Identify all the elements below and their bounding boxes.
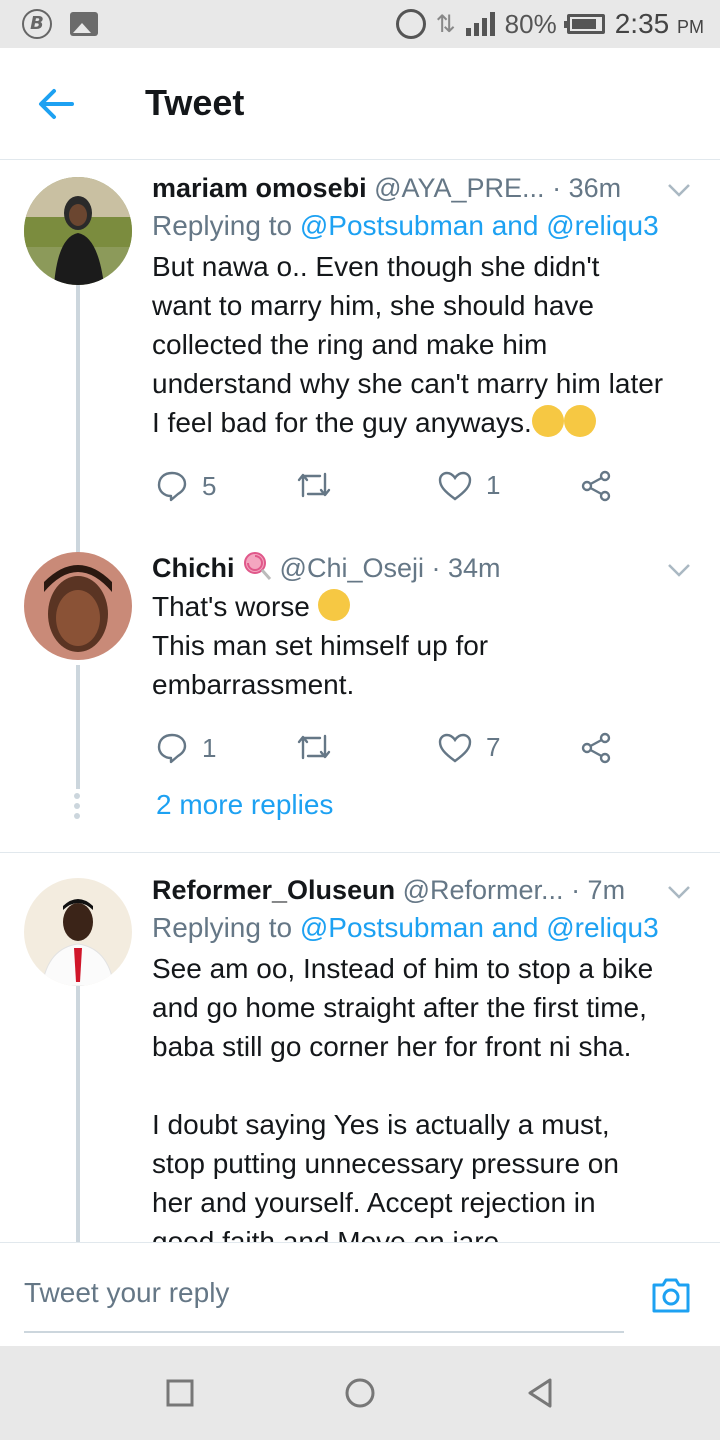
clock: 2:35 PM xyxy=(615,8,704,40)
avatar[interactable] xyxy=(24,878,132,986)
status-bar: B ⇅ 80% 2:35 PM xyxy=(0,0,720,48)
camera-icon[interactable] xyxy=(650,1275,692,1315)
user-handle[interactable]: @Reformer... xyxy=(403,875,564,905)
signal-icon xyxy=(465,12,495,36)
avatar[interactable] xyxy=(24,177,132,285)
status-bar-right: ⇅ 80% 2:35 PM xyxy=(395,0,704,48)
chevron-down-icon[interactable] xyxy=(666,177,692,203)
tweet-text: See am oo, Instead of him to stop a bike… xyxy=(152,953,654,1242)
data-transfer-icon: ⇅ xyxy=(435,10,456,38)
tweet-header: mariam omosebi @AYA_PRE... · 36m xyxy=(152,171,702,205)
retweet-icon xyxy=(297,734,331,760)
retweet-icon xyxy=(297,472,331,498)
divider xyxy=(0,852,720,853)
display-name[interactable]: Reformer_Oluseun xyxy=(152,875,395,905)
clock-ampm: PM xyxy=(677,17,704,37)
tweet-card[interactable]: mariam omosebi @AYA_PRE... · 36m Replyin… xyxy=(0,161,720,541)
battery-icon xyxy=(563,14,605,34)
home-icon[interactable] xyxy=(343,1376,377,1410)
heart-icon xyxy=(438,471,472,500)
replying-to-mentions[interactable]: @Postsubman and @reliqu3 xyxy=(300,912,659,943)
share-icon xyxy=(581,470,611,502)
back-nav-icon[interactable] xyxy=(523,1376,557,1410)
tweet-card[interactable]: Chichi @Chi_Oseji · 34m That's worse Thi… xyxy=(0,541,720,801)
more-replies-link[interactable]: 2 more replies xyxy=(156,789,333,821)
tweet-text-line1: That's worse xyxy=(152,591,310,622)
pensive-face-emoji xyxy=(563,405,596,437)
reply-count: 5 xyxy=(202,470,217,501)
tweet-body: Chichi @Chi_Oseji · 34m That's worse Thi… xyxy=(152,551,702,772)
avatar[interactable] xyxy=(24,552,132,660)
like-button[interactable]: 1 xyxy=(438,470,500,501)
heart-icon xyxy=(438,733,472,762)
tweet-header: Chichi @Chi_Oseji · 34m xyxy=(152,551,702,585)
battery-percent: 80% xyxy=(504,8,557,39)
tweet-header: Reformer_Oluseun @Reformer... · 7m xyxy=(152,873,702,907)
tweet-timestamp: · 34m xyxy=(431,553,501,583)
like-button[interactable]: 7 xyxy=(438,732,500,763)
tweet-actions: 5 1 xyxy=(152,470,702,510)
chevron-down-icon[interactable] xyxy=(666,879,692,905)
b-app-icon: B xyxy=(22,9,52,39)
reply-button[interactable]: 5 xyxy=(156,470,216,502)
data-saver-icon xyxy=(395,9,426,39)
display-name[interactable]: mariam omosebi xyxy=(152,173,367,203)
like-count: 7 xyxy=(486,732,501,762)
reply-composer xyxy=(0,1242,720,1346)
tears-of-joy-emoji xyxy=(317,589,350,621)
reply-feed[interactable]: mariam omosebi @AYA_PRE... · 36m Replyin… xyxy=(0,161,720,1242)
reply-icon xyxy=(157,471,187,502)
back-arrow-icon[interactable] xyxy=(36,86,76,122)
tweet-body: mariam omosebi @AYA_PRE... · 36m Replyin… xyxy=(152,171,702,510)
tweet-body: Reformer_Oluseun @Reformer... · 7m Reply… xyxy=(152,873,702,1242)
reply-icon xyxy=(157,733,187,764)
recents-icon[interactable] xyxy=(163,1376,197,1410)
retweet-button[interactable] xyxy=(296,470,332,500)
clock-time: 2:35 xyxy=(614,8,670,39)
top-app-bar: Tweet xyxy=(0,48,720,160)
tweet-timestamp: · 36m xyxy=(552,173,622,203)
page-title: Tweet xyxy=(145,82,245,123)
tweet-text-rest: This man set himself up for embarrassmen… xyxy=(152,630,489,700)
user-handle[interactable]: @AYA_PRE... xyxy=(374,173,544,203)
pensive-face-emoji xyxy=(531,405,564,437)
share-icon xyxy=(581,732,611,764)
tweet-card[interactable]: Reformer_Oluseun @Reformer... · 7m Reply… xyxy=(0,863,720,1242)
reply-count: 1 xyxy=(202,732,217,763)
tweet-text: But nawa o.. Even though she didn't want… xyxy=(152,247,702,442)
replying-to-mentions[interactable]: @Postsubman and @reliqu3 xyxy=(300,210,659,241)
share-button[interactable] xyxy=(580,732,612,764)
like-count: 1 xyxy=(486,470,501,500)
reply-input[interactable] xyxy=(24,1273,624,1333)
reply-button[interactable]: 1 xyxy=(156,732,216,764)
tweet-actions: 1 7 xyxy=(152,732,702,772)
replying-to: Replying to @Postsubman and @reliqu3 xyxy=(152,207,702,245)
tweet-timestamp: · 7m xyxy=(571,875,626,905)
image-notification-icon xyxy=(70,12,98,36)
display-name[interactable]: Chichi xyxy=(152,553,235,583)
replying-to-label: Replying to xyxy=(152,210,293,241)
chevron-down-icon[interactable] xyxy=(666,557,692,583)
replying-to-label: Replying to xyxy=(152,912,293,943)
retweet-button[interactable] xyxy=(296,732,332,762)
user-handle[interactable]: @Chi_Oseji xyxy=(280,553,424,583)
lollipop-icon xyxy=(244,552,272,580)
tweet-text: That's worse This man set himself up for… xyxy=(152,587,702,704)
replying-to: Replying to @Postsubman and @reliqu3 xyxy=(152,909,702,947)
system-nav-bar xyxy=(0,1346,720,1440)
share-button[interactable] xyxy=(580,470,612,502)
